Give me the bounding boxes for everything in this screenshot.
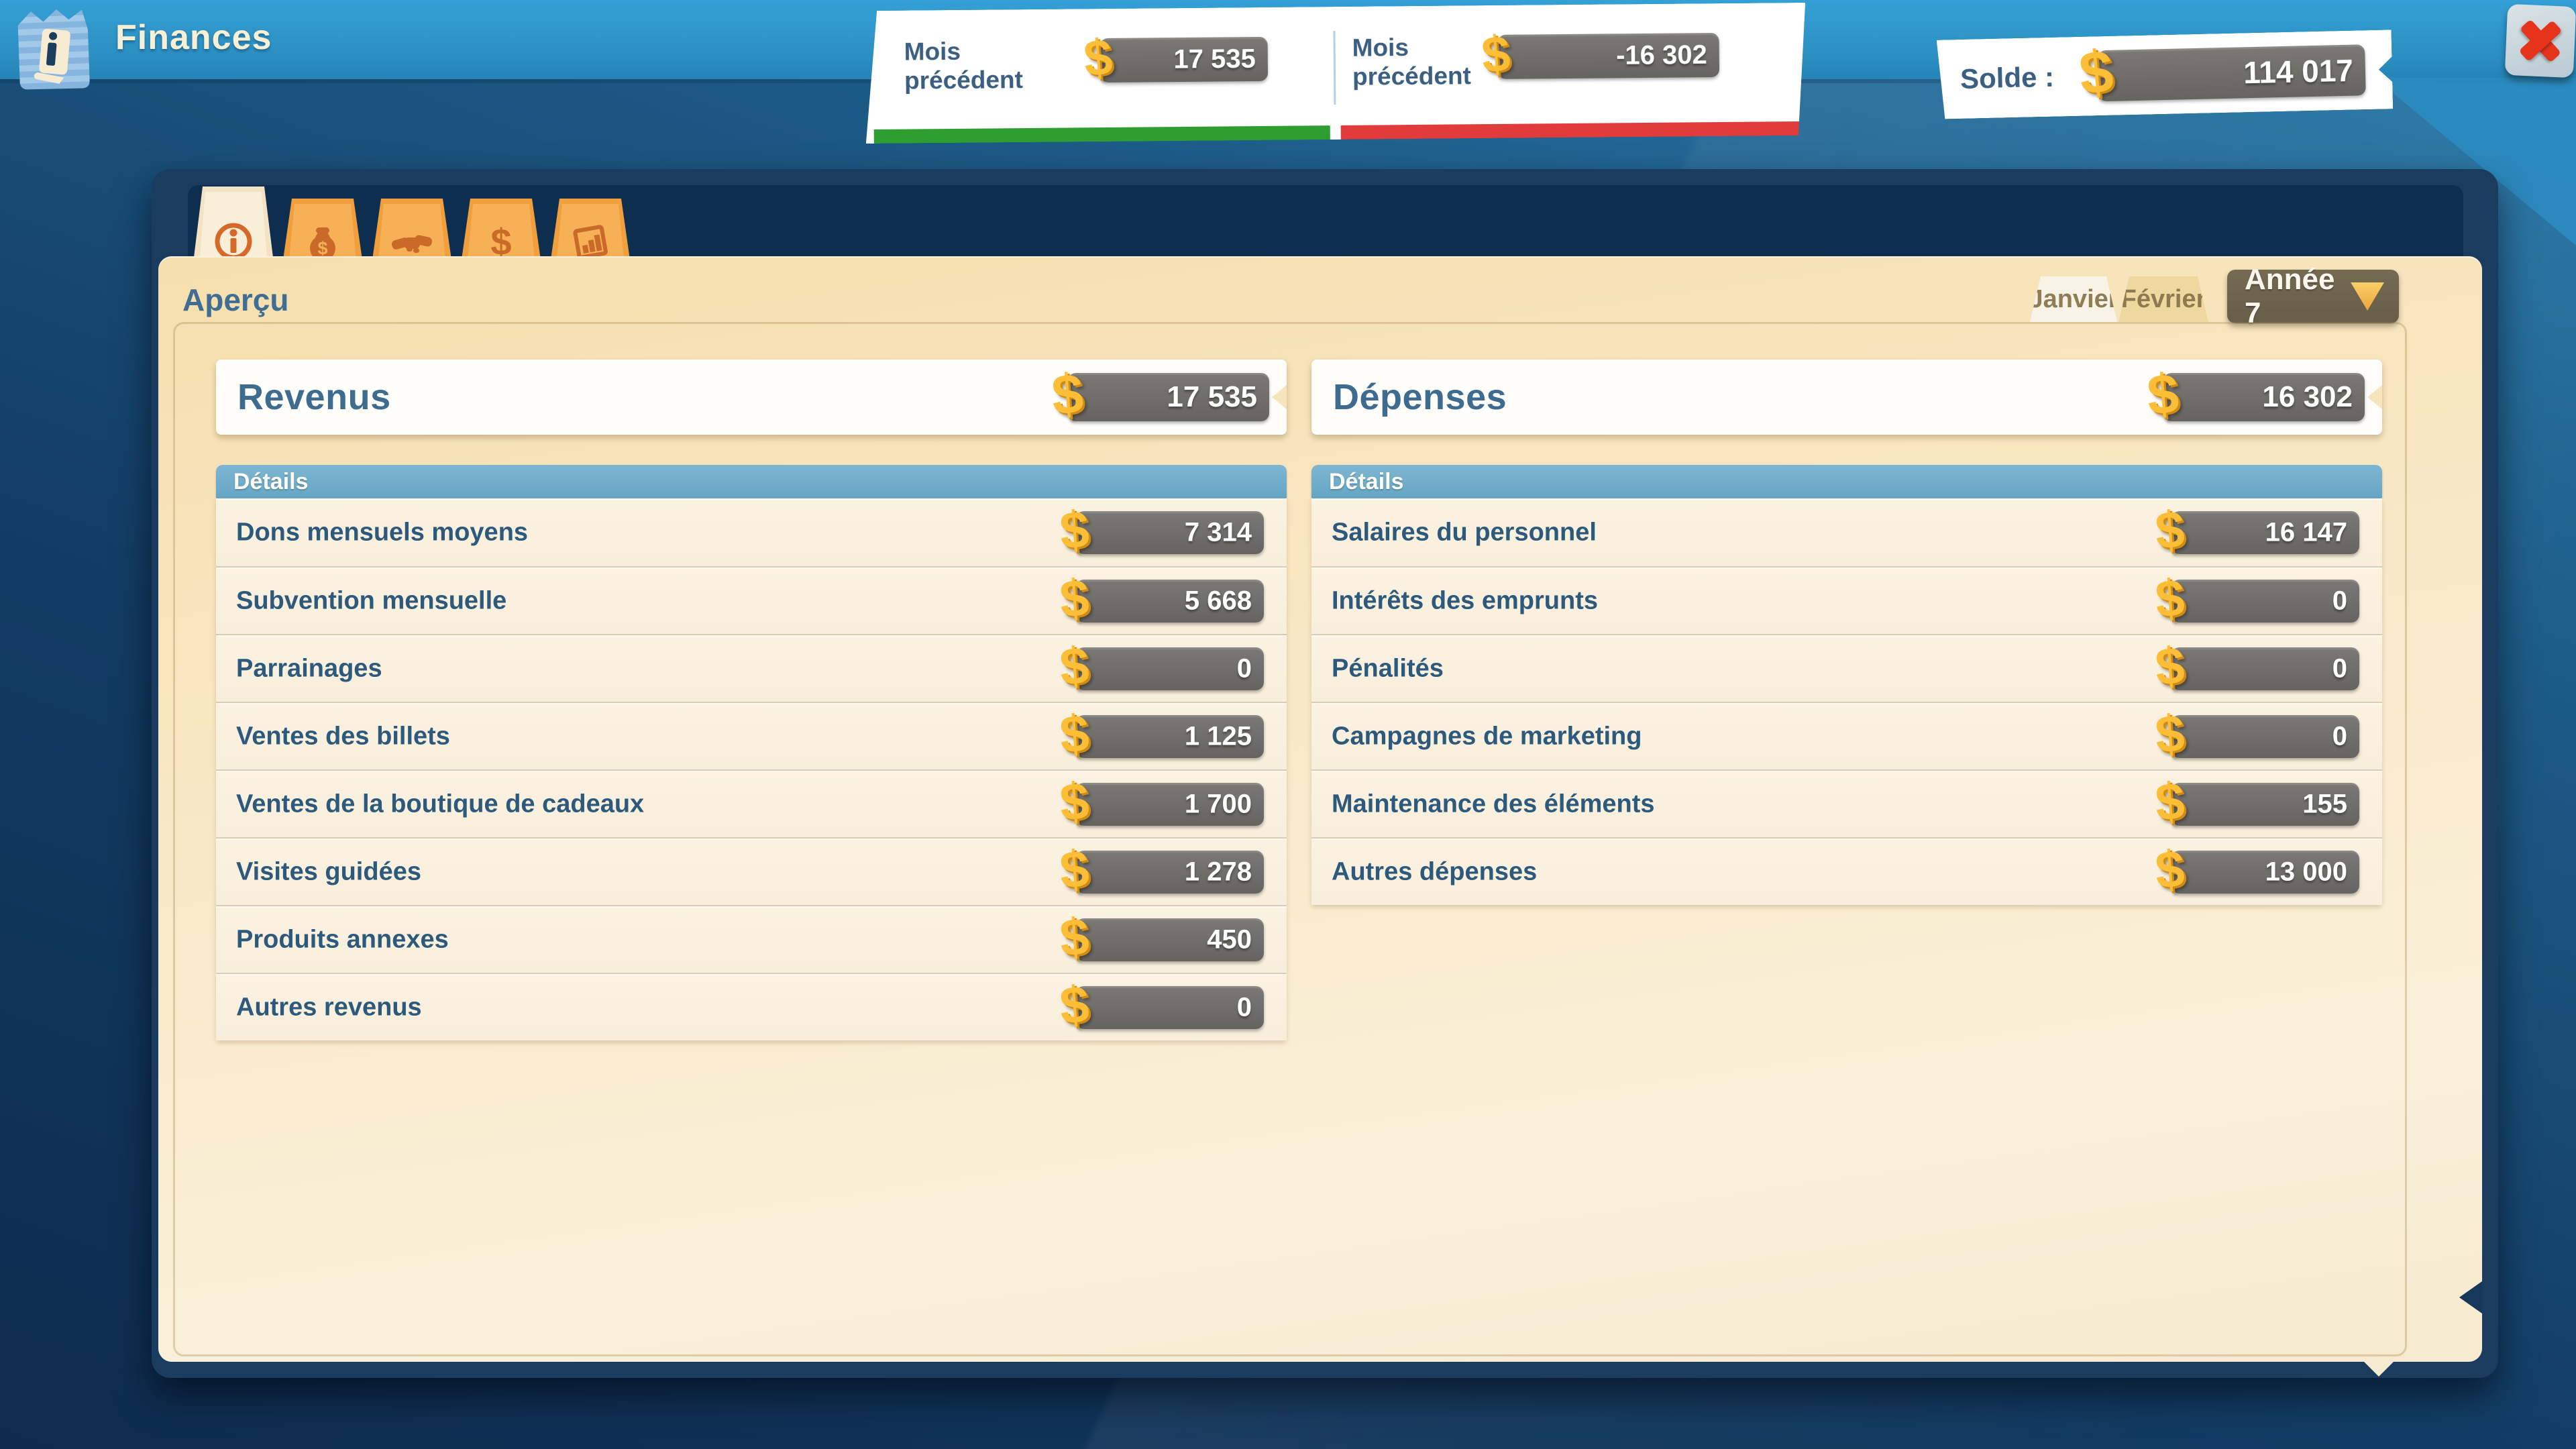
row-label: Visites guidées — [236, 857, 421, 886]
panel-notch — [2363, 1360, 2395, 1377]
expenses-total-pill: $ 16 302 — [2163, 373, 2365, 421]
expenses-details-bar: Détails — [1311, 465, 2382, 498]
row-label: Autres dépenses — [1332, 857, 1537, 886]
expense-row: Maintenance des éléments $ 155 — [1311, 769, 2382, 837]
revenues-details-bar: Détails — [216, 465, 1287, 498]
row-label: Pénalités — [1332, 654, 1444, 683]
row-label: Intérêts des emprunts — [1332, 586, 1598, 615]
window-title: Finances — [115, 17, 272, 58]
dollar-icon: $ — [1058, 567, 1091, 630]
month-tab-janvier[interactable]: Janvier — [2030, 276, 2117, 322]
row-value-pill: $ 450 — [1076, 918, 1264, 961]
row-value-pill: $ 155 — [2171, 783, 2359, 826]
income-positive-bar — [874, 125, 1330, 144]
dollar-icon: $ — [2153, 770, 2187, 833]
row-label: Salaires du personnel — [1332, 518, 1597, 547]
balance-label: Solde : — [1960, 61, 2055, 95]
dollar-icon: $ — [2153, 567, 2187, 630]
overview-panel: Aperçu Janvier Février Année 7 Revenus $… — [158, 256, 2482, 1362]
dollar-icon: $ — [1058, 635, 1091, 698]
balance-value-pill: $ 114 017 — [2098, 44, 2366, 101]
row-value-pill: $ 0 — [1076, 986, 1264, 1029]
revenue-row: Ventes de la boutique de cadeaux $ 1 700 — [216, 769, 1287, 837]
expense-row: Pénalités $ 0 — [1311, 634, 2382, 702]
row-label: Ventes de la boutique de cadeaux — [236, 790, 644, 818]
expense-negative-bar — [1341, 121, 1803, 140]
expenses-rows: Salaires du personnel $ 16 147 Intérêts … — [1311, 498, 2382, 905]
expense-label: Mois précédent — [1352, 32, 1471, 91]
dollar-icon: $ — [1050, 361, 1085, 428]
dollar-icon: $ — [1058, 973, 1091, 1036]
income-label: Mois précédent — [904, 36, 1024, 95]
previous-month-income: Mois précédent $ 17 535 — [865, 7, 1336, 144]
revenue-row: Subvention mensuelle $ 5 668 — [216, 566, 1287, 634]
dollar-icon: $ — [1058, 770, 1091, 833]
row-value-pill: $ 16 147 — [2171, 511, 2359, 554]
expense-row: Campagnes de marketing $ 0 — [1311, 702, 2382, 769]
expense-row: Intérêts des emprunts $ 0 — [1311, 566, 2382, 634]
previous-month-expense: Mois précédent $ -16 302 — [1334, 3, 1807, 140]
revenue-row: Produits annexes $ 450 — [216, 905, 1287, 973]
dollar-icon: $ — [2153, 498, 2187, 561]
dollar-icon: $ — [1479, 24, 1512, 85]
dollar-icon: $ — [1058, 838, 1091, 901]
row-value-pill: $ 13 000 — [2171, 851, 2359, 894]
revenue-row: Autres revenus $ 0 — [216, 973, 1287, 1040]
section-title: Aperçu — [182, 282, 288, 318]
revenues-title: Revenus — [237, 376, 391, 418]
row-value-pill: $ 0 — [2171, 715, 2359, 758]
finances-window: $ $ — [152, 169, 2498, 1378]
expenses-title: Dépenses — [1333, 376, 1507, 418]
row-label: Maintenance des éléments — [1332, 790, 1655, 818]
revenues-rows: Dons mensuels moyens $ 7 314 Subvention … — [216, 498, 1287, 1040]
row-label: Produits annexes — [236, 925, 449, 954]
row-value-pill: $ 7 314 — [1076, 511, 1264, 554]
row-value-pill: $ 1 700 — [1076, 783, 1264, 826]
chevron-down-icon — [2351, 282, 2384, 311]
expense-value-pill: $ -16 302 — [1498, 33, 1720, 79]
dollar-icon: $ — [1058, 702, 1091, 765]
close-button[interactable] — [2505, 4, 2576, 78]
revenues-header: Revenus $ 17 535 — [216, 360, 1287, 435]
row-value-pill: $ 5 668 — [1076, 580, 1264, 623]
month-tab-fevrier[interactable]: Février — [2118, 276, 2208, 322]
year-dropdown[interactable]: Année 7 — [2227, 270, 2399, 323]
row-label: Parrainages — [236, 654, 382, 683]
dollar-icon: $ — [2145, 361, 2181, 428]
expenses-header: Dépenses $ 16 302 — [1311, 360, 2382, 435]
row-label: Dons mensuels moyens — [236, 518, 528, 547]
income-value-pill: $ 17 535 — [1100, 37, 1269, 83]
row-value-pill: $ 0 — [2171, 647, 2359, 690]
row-label: Autres revenus — [236, 993, 422, 1022]
dollar-icon: $ — [2076, 38, 2116, 109]
revenue-row: Parrainages $ 0 — [216, 634, 1287, 702]
dollar-icon: $ — [2153, 702, 2187, 765]
dollar-icon: $ — [1081, 28, 1114, 89]
row-value-pill: $ 0 — [2171, 580, 2359, 623]
row-value-pill: $ 1 278 — [1076, 851, 1264, 894]
balance-card: Solde : $ 114 017 — [1937, 30, 2394, 119]
row-label: Campagnes de marketing — [1332, 722, 1642, 751]
dollar-icon: $ — [1058, 906, 1091, 969]
dollar-icon: $ — [1058, 498, 1091, 561]
expense-row: Autres dépenses $ 13 000 — [1311, 837, 2382, 905]
revenue-row: Dons mensuels moyens $ 7 314 — [216, 498, 1287, 566]
revenues-total-pill: $ 17 535 — [1068, 373, 1269, 421]
dollar-icon: $ — [2153, 635, 2187, 698]
row-label: Ventes des billets — [236, 722, 450, 751]
revenue-row: Visites guidées $ 1 278 — [216, 837, 1287, 905]
monthly-summary-card: Mois précédent $ 17 535 Mois précédent $… — [865, 3, 1807, 144]
revenue-row: Ventes des billets $ 1 125 — [216, 702, 1287, 769]
dollar-icon: $ — [2153, 838, 2187, 901]
panel-notch — [2459, 1281, 2482, 1313]
row-value-pill: $ 0 — [1076, 647, 1264, 690]
expense-row: Salaires du personnel $ 16 147 — [1311, 498, 2382, 566]
svg-text:$: $ — [317, 238, 327, 258]
finances-receipt-icon — [12, 3, 96, 97]
row-value-pill: $ 1 125 — [1076, 715, 1264, 758]
row-label: Subvention mensuelle — [236, 586, 506, 615]
